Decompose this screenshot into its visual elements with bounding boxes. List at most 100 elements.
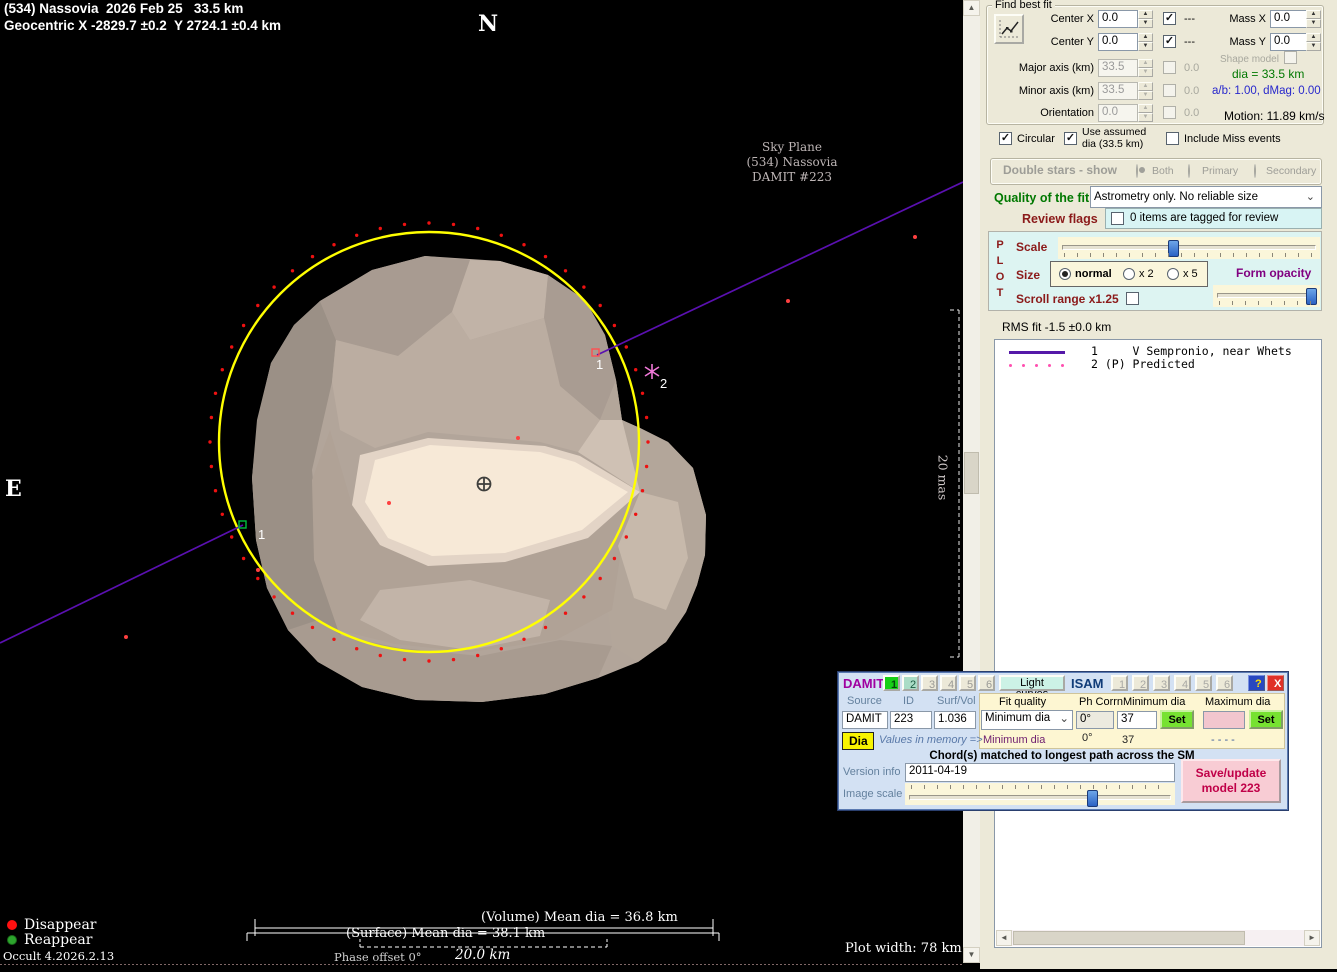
minor-axis-spinner[interactable]: ▲▼ <box>1138 82 1153 100</box>
spin-down[interactable]: ▼ <box>1138 42 1153 51</box>
annotation-model: DAMIT #223 <box>722 170 862 185</box>
set-minimum-dia-button[interactable]: Set <box>1160 710 1194 729</box>
orientation-checkbox[interactable] <box>1163 106 1176 119</box>
help-button[interactable]: ? <box>1248 675 1265 691</box>
size-x2-radio[interactable] <box>1123 268 1135 280</box>
spin-down[interactable]: ▼ <box>1306 19 1321 28</box>
circular-checkbox[interactable] <box>999 132 1012 145</box>
spin-up[interactable]: ▲ <box>1138 104 1153 113</box>
damit-shape-model-panel[interactable]: DAMIT 1 2 3 4 5 6 Light curves ISAM 1 2 … <box>838 672 1288 810</box>
size-x5-radio[interactable] <box>1167 268 1179 280</box>
scrollbar-thumb[interactable] <box>1013 931 1245 945</box>
chord-list-row-2[interactable]: 2 (P) Predicted <box>1091 357 1195 371</box>
spin-up[interactable]: ▲ <box>1138 10 1153 19</box>
scroll-left-arrow[interactable]: ◄ <box>996 930 1012 946</box>
plot-subtitle-geocentric: Geocentric X -2829.7 ±0.2 Y 2724.1 ±0.4 … <box>4 18 281 33</box>
include-miss-checkbox[interactable] <box>1166 132 1179 145</box>
center-y-input[interactable]: 0.0 <box>1098 33 1138 51</box>
plot-annotation: Sky Plane (534) Nassovia DAMIT #223 <box>722 140 862 185</box>
spin-up[interactable]: ▲ <box>1138 59 1153 68</box>
chord-list-row-1[interactable]: 1 V Sempronio, near Whets <box>1091 344 1292 358</box>
spin-down[interactable]: ▼ <box>1138 68 1153 77</box>
sky-plane-plot[interactable]: (534) Nassovia 2026 Feb 25 33.5 km Geoce… <box>0 0 963 969</box>
form-opacity-slider[interactable] <box>1213 285 1320 307</box>
major-axis-input[interactable]: 33.5 <box>1098 59 1138 77</box>
scroll-right-arrow[interactable]: ► <box>1304 930 1320 946</box>
isam-tab-3[interactable]: 3 <box>1153 675 1170 691</box>
slider-thumb[interactable] <box>1087 790 1098 807</box>
use-assumed-checkbox[interactable] <box>1064 132 1077 145</box>
close-button[interactable]: X <box>1267 675 1284 691</box>
version-info-field[interactable]: 2011-04-19 <box>905 763 1175 782</box>
mass-y-input[interactable]: 0.0 <box>1270 33 1308 51</box>
run-best-fit-button[interactable] <box>994 14 1024 44</box>
spin-up[interactable]: ▲ <box>1138 33 1153 42</box>
center-y-spinner[interactable]: ▲▼ <box>1138 33 1153 51</box>
isam-tab-4[interactable]: 4 <box>1174 675 1191 691</box>
spin-up[interactable]: ▲ <box>1306 33 1321 42</box>
damit-tab-3[interactable]: 3 <box>921 675 938 691</box>
isam-tab-6[interactable]: 6 <box>1216 675 1233 691</box>
double-stars-both-radio[interactable] <box>1136 164 1138 178</box>
center-x-checkbox[interactable] <box>1163 12 1176 25</box>
minor-axis-checkbox[interactable] <box>1163 84 1176 97</box>
mass-y-spinner[interactable]: ▲▼ <box>1306 33 1321 51</box>
damit-tab-4[interactable]: 4 <box>940 675 957 691</box>
minor-axis-label: Minor axis (km) <box>998 85 1094 97</box>
spin-down[interactable]: ▼ <box>1138 19 1153 28</box>
size-normal-radio[interactable] <box>1059 268 1071 280</box>
slider-track[interactable] <box>1062 245 1316 250</box>
plot-vertical-scrollbar[interactable]: ▲ ▼ <box>963 0 980 963</box>
damit-tab-6[interactable]: 6 <box>978 675 995 691</box>
spin-down[interactable]: ▼ <box>1138 91 1153 100</box>
dia-button[interactable]: Dia <box>842 732 874 750</box>
mass-x-label: Mass X <box>1218 13 1266 25</box>
orientation-spinner[interactable]: ▲▼ <box>1138 104 1153 122</box>
save-update-model-button[interactable]: Save/update model 223 <box>1181 759 1281 803</box>
mass-x-input[interactable]: 0.0 <box>1270 10 1308 28</box>
chord-list-box[interactable]: 1 V Sempronio, near Whets 2 (P) Predicte… <box>994 339 1322 948</box>
center-x-spinner[interactable]: ▲▼ <box>1138 10 1153 28</box>
scroll-range-checkbox[interactable] <box>1126 292 1139 305</box>
major-axis-checkbox[interactable] <box>1163 61 1176 74</box>
center-y-checkbox[interactable] <box>1163 35 1176 48</box>
damit-tab-2[interactable]: 2 <box>902 675 919 691</box>
isam-tab-2[interactable]: 2 <box>1132 675 1149 691</box>
orientation-input[interactable]: 0.0 <box>1098 104 1138 122</box>
major-axis-spinner[interactable]: ▲▼ <box>1138 59 1153 77</box>
spin-down[interactable]: ▼ <box>1138 113 1153 122</box>
isam-tab-1[interactable]: 1 <box>1111 675 1128 691</box>
maximum-dia-field[interactable] <box>1203 711 1245 729</box>
spin-up[interactable]: ▲ <box>1138 82 1153 91</box>
scroll-up-arrow[interactable]: ▲ <box>963 0 980 16</box>
shape-model-checkbox[interactable] <box>1284 51 1297 64</box>
scroll-down-arrow[interactable]: ▼ <box>963 947 980 963</box>
scale-slider[interactable] <box>1058 237 1320 259</box>
ph-corrn-field[interactable]: 0° <box>1076 711 1114 729</box>
id-value-field[interactable]: 223 <box>890 711 932 729</box>
minimum-dia-field[interactable]: 37 <box>1117 711 1157 729</box>
set-maximum-dia-button[interactable]: Set <box>1249 710 1283 729</box>
review-flags-checkbox[interactable] <box>1111 212 1124 225</box>
image-scale-slider[interactable] <box>905 783 1175 805</box>
double-stars-primary-radio[interactable] <box>1188 164 1190 178</box>
center-x-input[interactable]: 0.0 <box>1098 10 1138 28</box>
slider-ticks <box>1219 301 1314 305</box>
light-curves-button[interactable]: Light curves <box>999 675 1065 691</box>
source-value-field[interactable]: DAMIT <box>842 711 888 729</box>
minor-axis-input[interactable]: 33.5 <box>1098 82 1138 100</box>
spin-up[interactable]: ▲ <box>1306 10 1321 19</box>
slider-track[interactable] <box>1217 293 1316 298</box>
chord-list-hscrollbar[interactable]: ◄ ► <box>996 930 1320 946</box>
mass-x-spinner[interactable]: ▲▼ <box>1306 10 1321 28</box>
scrollbar-thumb[interactable] <box>964 452 979 494</box>
slider-track[interactable] <box>909 795 1171 800</box>
damit-tab-5[interactable]: 5 <box>959 675 976 691</box>
surfvol-value-field[interactable]: 1.036 <box>934 711 976 729</box>
double-stars-secondary-radio[interactable] <box>1254 164 1256 178</box>
isam-tab-5[interactable]: 5 <box>1195 675 1212 691</box>
damit-tab-1[interactable]: 1 <box>883 675 900 691</box>
quality-of-fit-dropdown[interactable]: Astrometry only. No reliable size ⌄ <box>1090 186 1322 208</box>
fit-quality-dropdown[interactable]: Minimum dia ⌄ <box>981 710 1073 730</box>
spin-down[interactable]: ▼ <box>1306 42 1321 51</box>
